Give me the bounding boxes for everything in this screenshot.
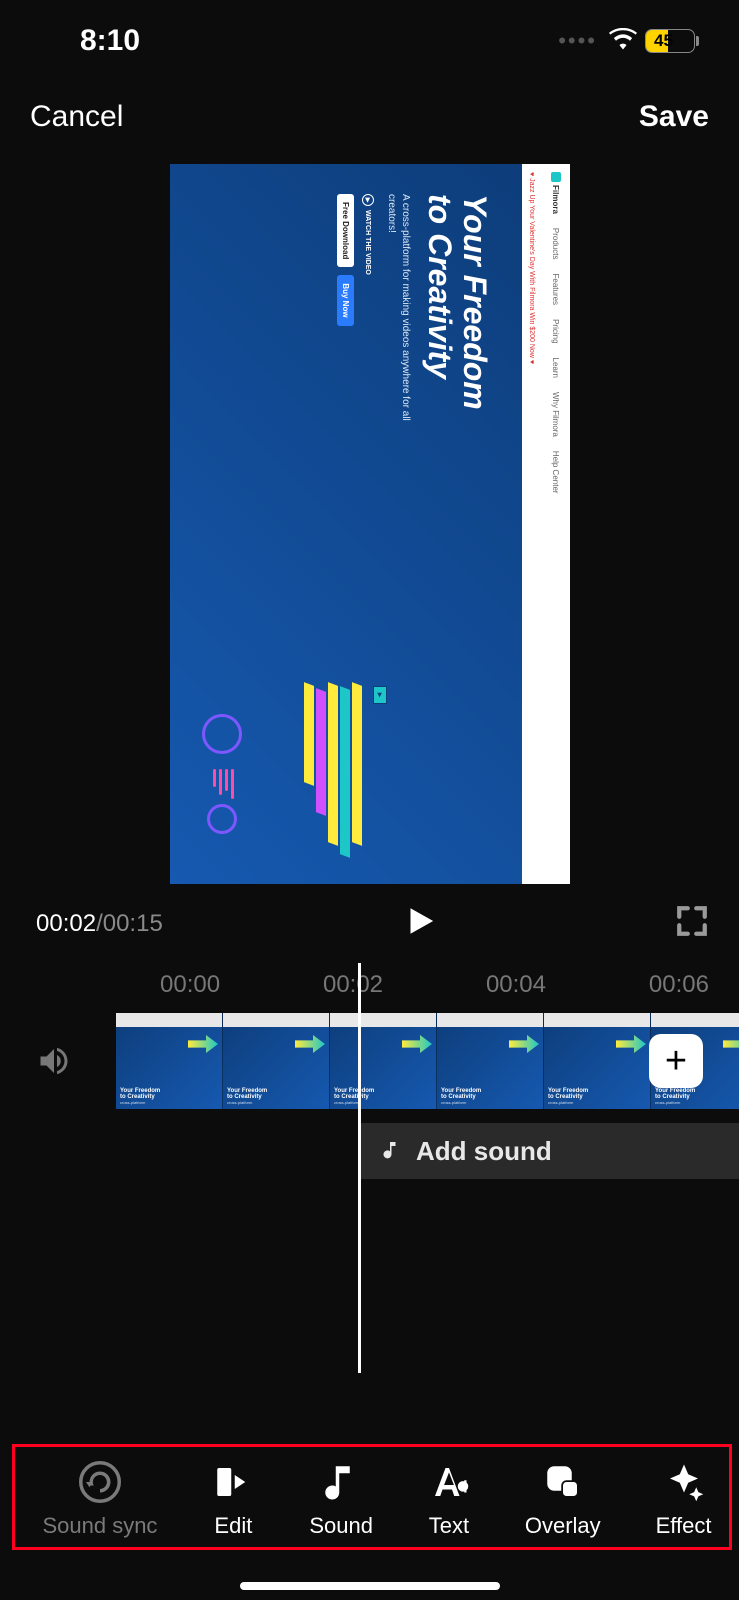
video-thumb[interactable]: Your Freedomto Creativitycross-platform — [223, 1013, 330, 1109]
timeline-ruler[interactable]: 00:00 00:02 00:04 00:06 — [0, 953, 739, 1013]
tool-sound[interactable]: Sound — [309, 1461, 373, 1539]
hero-subtitle: A cross-platform for making videos anywh… — [383, 194, 411, 434]
tool-label: Text — [429, 1513, 469, 1539]
video-thumbnails[interactable]: Your Freedomto Creativitycross-platform … — [116, 1013, 739, 1109]
tool-overlay[interactable]: Overlay — [525, 1461, 601, 1539]
tool-sound-sync[interactable]: Sound sync — [42, 1461, 157, 1539]
status-right: •••• 45 — [558, 28, 699, 55]
video-thumb[interactable]: Your Freedomto Creativitycross-platform — [116, 1013, 223, 1109]
save-button[interactable]: Save — [639, 100, 709, 134]
ruler-mark: 00:04 — [486, 971, 546, 999]
hero-title: Your Freedom to Creativity — [421, 194, 491, 854]
status-time: 8:10 — [80, 24, 140, 58]
tool-label: Sound sync — [42, 1513, 157, 1539]
bottom-toolbar-highlight: Sound sync Edit Sound Text Overlay Effec… — [12, 1444, 732, 1550]
hero-artwork: ▶ — [172, 634, 402, 884]
fullscreen-button[interactable] — [675, 904, 709, 943]
playback-controls: 00:02/00:15 — [0, 884, 739, 953]
ruler-mark: 00:02 — [323, 971, 383, 999]
video-thumb[interactable]: Your Freedomto Creativitycross-platform — [437, 1013, 544, 1109]
play-square-icon: ▶ — [373, 686, 387, 704]
add-sound-label: Add sound — [416, 1136, 552, 1167]
edit-icon — [212, 1461, 254, 1503]
sound-track-row: Add sound — [0, 1123, 739, 1179]
ruler-mark: 00:06 — [649, 971, 709, 999]
home-indicator[interactable] — [240, 1582, 500, 1590]
hero-buy-button: Buy Now — [336, 275, 353, 325]
volume-icon[interactable] — [36, 1043, 116, 1079]
time-current: 00:02 — [36, 910, 96, 937]
video-preview[interactable]: Filmora Products Features Pricing Learn … — [170, 164, 570, 884]
tool-label: Edit — [214, 1513, 252, 1539]
bottom-toolbar: Sound sync Edit Sound Text Overlay Effec… — [15, 1461, 729, 1539]
tool-label: Effect — [656, 1513, 712, 1539]
editor-header: Cancel Save — [0, 70, 739, 154]
wifi-icon — [609, 28, 637, 55]
tool-edit[interactable]: Edit — [212, 1461, 254, 1539]
site-logo: Filmora — [551, 172, 561, 214]
video-preview-area: Filmora Products Features Pricing Learn … — [0, 154, 739, 884]
cancel-button[interactable]: Cancel — [30, 100, 123, 134]
sync-icon — [79, 1461, 121, 1503]
video-thumb[interactable]: Your Freedomto Creativitycross-platform — [330, 1013, 437, 1109]
overlay-icon — [542, 1461, 584, 1503]
video-track[interactable]: Your Freedomto Creativitycross-platform … — [0, 1013, 739, 1109]
playhead[interactable] — [358, 963, 361, 1373]
add-sound-button[interactable]: Add sound — [360, 1123, 739, 1179]
effect-icon — [663, 1461, 705, 1503]
tool-text[interactable]: Text — [428, 1461, 470, 1539]
tool-effect[interactable]: Effect — [656, 1461, 712, 1539]
battery-percent: 45 — [646, 30, 694, 52]
status-bar: 8:10 •••• 45 — [0, 0, 739, 70]
status-dots-icon: •••• — [558, 28, 597, 54]
timeline: Your Freedomto Creativitycross-platform … — [0, 1013, 739, 1179]
sound-icon — [320, 1461, 362, 1503]
ruler-mark: 00:00 — [160, 971, 220, 999]
add-clip-button[interactable]: + — [649, 1034, 703, 1088]
preview-content: Filmora Products Features Pricing Learn … — [170, 164, 570, 884]
music-note-icon — [378, 1139, 402, 1163]
time-total: 00:15 — [103, 910, 163, 937]
tool-label: Sound — [309, 1513, 373, 1539]
site-navbar: Filmora Products Features Pricing Learn … — [542, 164, 570, 884]
site-promo-banner: ♥ Jazz Up Your Valentine's Day With Film… — [522, 164, 542, 884]
tool-label: Overlay — [525, 1513, 601, 1539]
site-hero: Your Freedom to Creativity A cross-platf… — [170, 164, 522, 884]
time-display: 00:02/00:15 — [36, 910, 163, 938]
video-thumb[interactable]: Your Freedomto Creativitycross-platform — [544, 1013, 651, 1109]
text-icon — [428, 1461, 470, 1503]
play-button[interactable] — [402, 904, 436, 943]
battery-icon: 45 — [645, 29, 699, 53]
hero-download-button: Free Download — [336, 194, 353, 267]
